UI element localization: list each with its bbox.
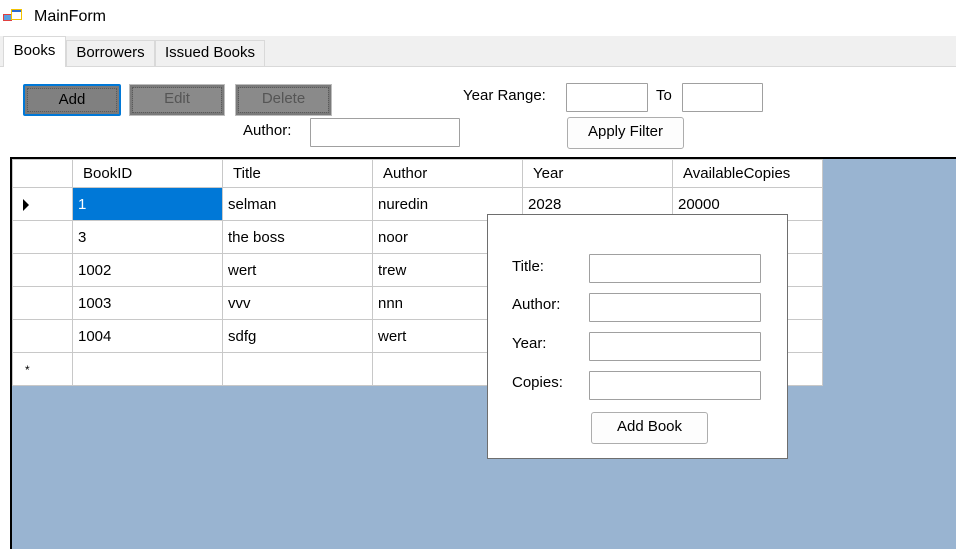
- tab-strip: Books Borrowers Issued Books: [0, 36, 956, 67]
- author-filter-label: Author:: [243, 122, 292, 139]
- to-label: To: [656, 87, 672, 104]
- title-field[interactable]: [589, 254, 761, 283]
- title-label: Title:: [512, 258, 544, 275]
- apply-filter-button[interactable]: Apply Filter: [567, 117, 684, 149]
- tab-borrowers[interactable]: Borrowers: [66, 40, 155, 66]
- year-label: Year:: [512, 335, 547, 352]
- cell-bookid[interactable]: 1: [72, 187, 223, 221]
- grid-corner-cell: [12, 159, 73, 188]
- author-label: Author:: [512, 296, 561, 313]
- row-header[interactable]: [12, 253, 73, 287]
- column-header-bookid[interactable]: BookID: [72, 159, 223, 188]
- year-range-label: Year Range:: [463, 87, 546, 104]
- tab-issued-books[interactable]: Issued Books: [155, 40, 265, 66]
- edit-button[interactable]: Edit: [129, 84, 225, 116]
- cell-bookid[interactable]: 3: [72, 220, 223, 254]
- grid-header-row: BookID Title Author Year AvailableCopies: [12, 159, 823, 188]
- books-grid[interactable]: BookID Title Author Year AvailableCopies…: [10, 157, 956, 549]
- row-header-current[interactable]: [12, 187, 73, 221]
- column-header-availablecopies[interactable]: AvailableCopies: [672, 159, 823, 188]
- cell-title[interactable]: selman: [222, 187, 373, 221]
- cell-title[interactable]: vvv: [222, 286, 373, 320]
- cell-title[interactable]: the boss: [222, 220, 373, 254]
- cell-bookid[interactable]: 1004: [72, 319, 223, 353]
- column-header-author[interactable]: Author: [372, 159, 523, 188]
- copies-label: Copies:: [512, 374, 563, 391]
- window-title: MainForm: [34, 8, 107, 25]
- row-header[interactable]: [12, 319, 73, 353]
- add-book-button[interactable]: Add Book: [591, 412, 708, 444]
- current-row-arrow-icon: [23, 198, 29, 211]
- column-header-year[interactable]: Year: [522, 159, 673, 188]
- cell-title[interactable]: sdfg: [222, 319, 373, 353]
- row-header[interactable]: [12, 220, 73, 254]
- delete-button[interactable]: Delete: [235, 84, 332, 116]
- year-to-input[interactable]: [682, 83, 763, 112]
- title-bar: MainForm: [0, 0, 956, 36]
- add-button[interactable]: Add: [23, 84, 121, 116]
- year-from-input[interactable]: [566, 83, 648, 112]
- author-field[interactable]: [589, 293, 761, 322]
- cell-title[interactable]: wert: [222, 253, 373, 287]
- row-header-new[interactable]: *: [12, 352, 73, 386]
- cell-bookid[interactable]: 1003: [72, 286, 223, 320]
- row-header[interactable]: [12, 286, 73, 320]
- copies-field[interactable]: [589, 371, 761, 400]
- tab-books[interactable]: Books: [3, 36, 66, 67]
- app-icon: [3, 9, 22, 21]
- author-filter-input[interactable]: [310, 118, 460, 147]
- cell-bookid[interactable]: [72, 352, 223, 386]
- cell-bookid[interactable]: 1002: [72, 253, 223, 287]
- cell-title[interactable]: [222, 352, 373, 386]
- add-book-panel: Title: Author: Year: Copies: Add Book: [487, 214, 788, 459]
- new-row-star-icon: *: [25, 362, 30, 377]
- column-header-title[interactable]: Title: [222, 159, 373, 188]
- year-field[interactable]: [589, 332, 761, 361]
